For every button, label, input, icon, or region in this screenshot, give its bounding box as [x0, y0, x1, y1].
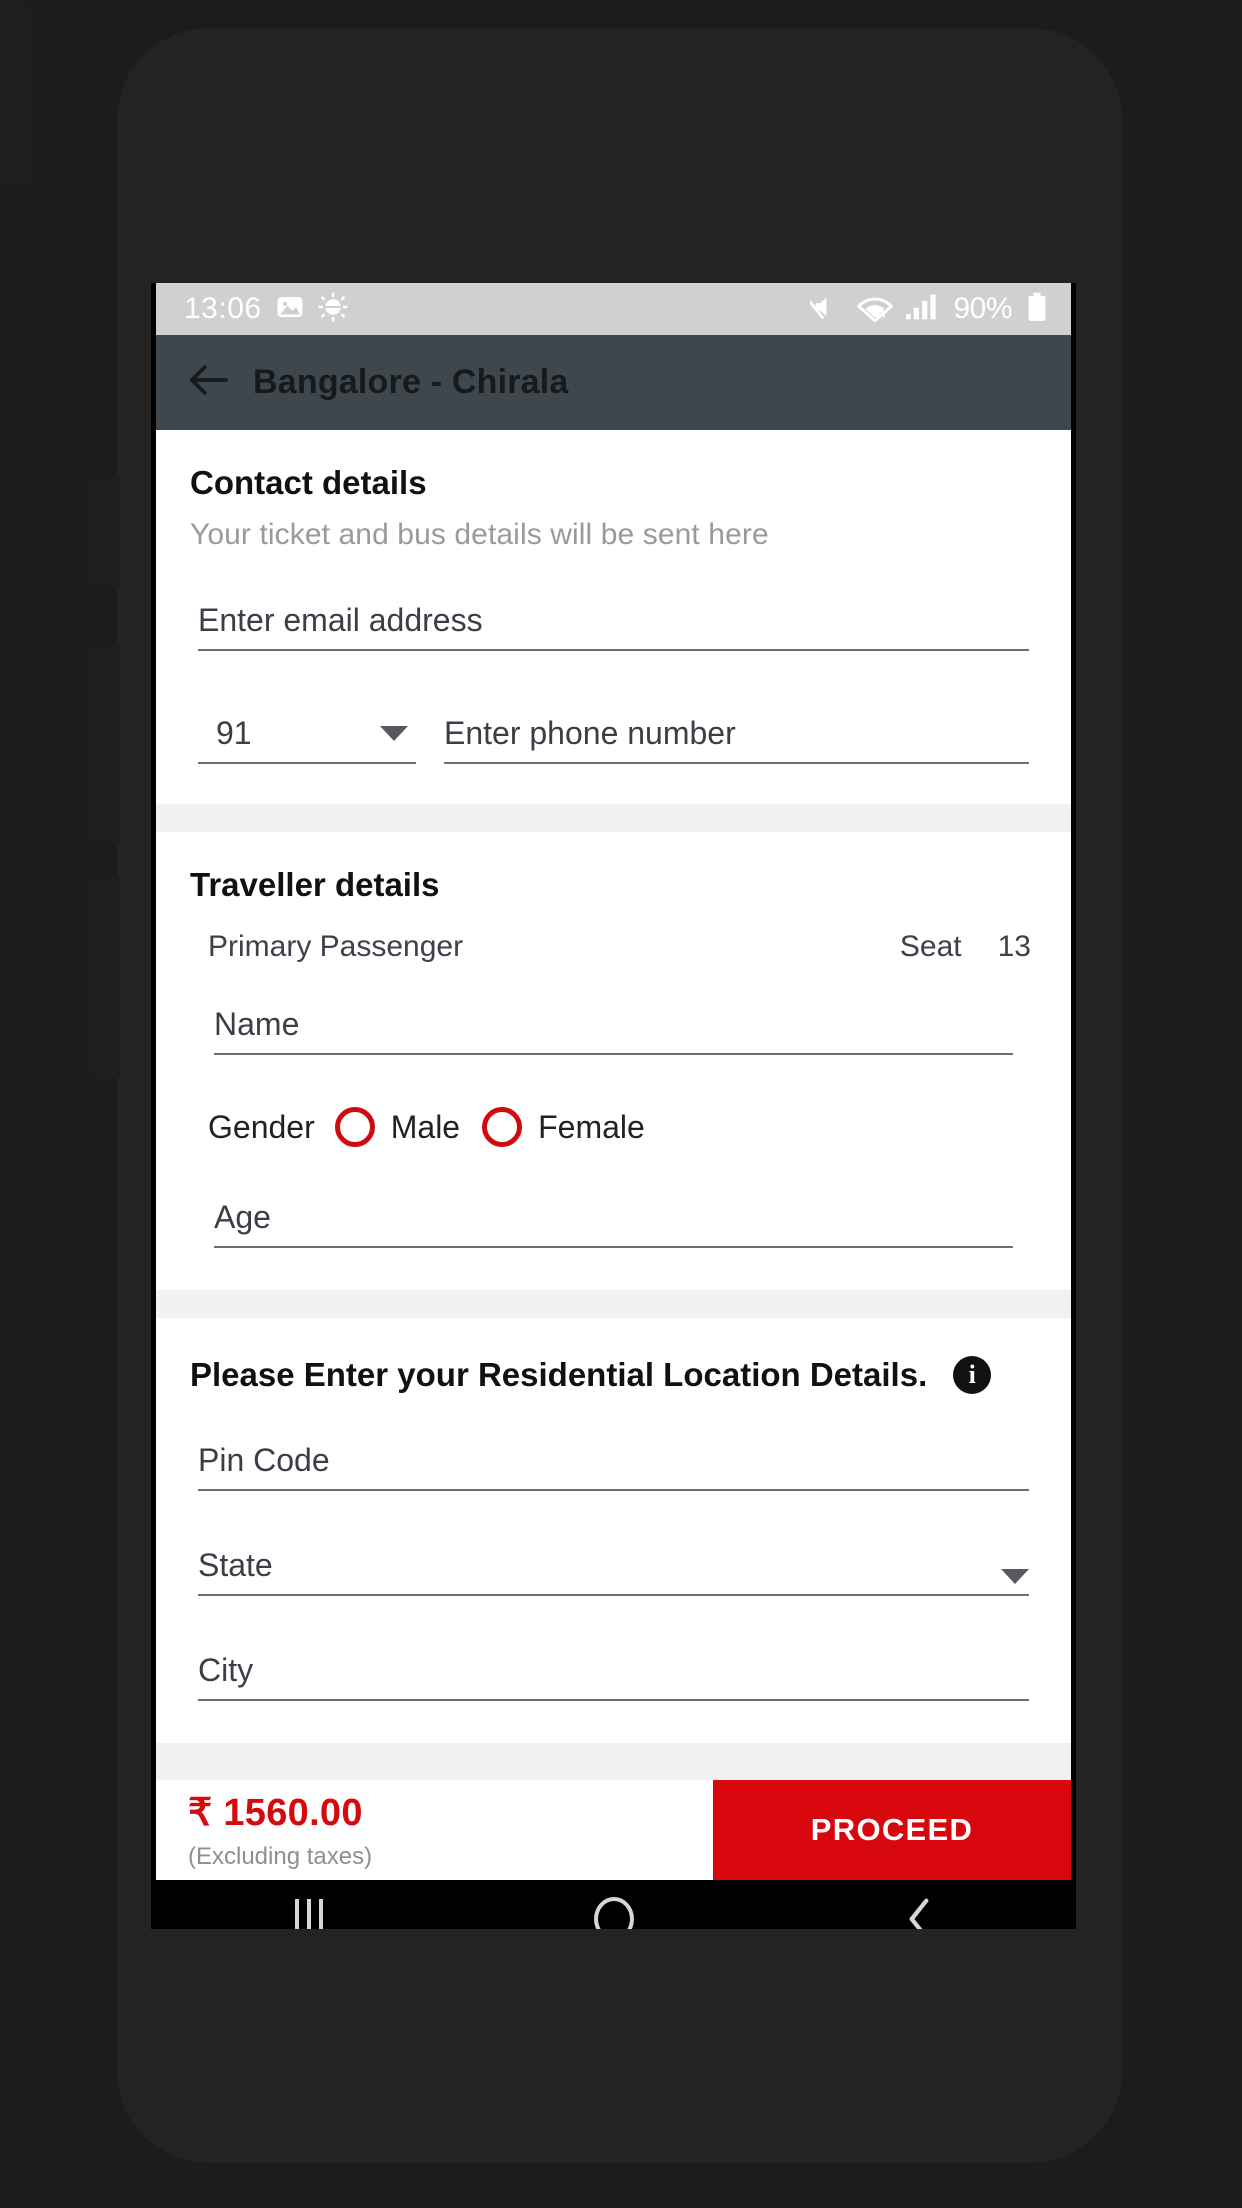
android-nav-bar [156, 1880, 1071, 1929]
total-price: ₹ 1560.00 [188, 1792, 363, 1834]
image-icon [275, 292, 305, 327]
name-placeholder: Name [214, 1006, 300, 1042]
proceed-button[interactable]: PROCEED [713, 1780, 1071, 1880]
country-code-value: 91 [216, 715, 252, 751]
gender-option-female-label: Female [538, 1108, 645, 1145]
seat-number: 13 [997, 930, 1031, 963]
chevron-down-icon [1001, 1569, 1029, 1584]
nav-home-button[interactable] [514, 1880, 714, 1929]
wifi-icon [857, 292, 894, 327]
back-arrow-icon[interactable] [189, 363, 229, 402]
gender-label: Gender [208, 1108, 315, 1145]
seat-info: Seat 13 [900, 930, 1031, 964]
info-icon[interactable]: i [953, 1356, 992, 1394]
section-divider [156, 1290, 1071, 1318]
home-icon [593, 1897, 634, 1929]
traveller-details-title: Traveller details [190, 866, 440, 903]
status-time: 13:06 [184, 292, 262, 325]
passenger-label: Primary Passenger [208, 930, 464, 963]
passenger-name-field[interactable]: Name [214, 1006, 1013, 1055]
bixby-button[interactable] [88, 475, 120, 587]
pin-code-field[interactable]: Pin Code [198, 1442, 1029, 1491]
recents-icon [294, 1899, 323, 1929]
price-block: ₹ 1560.00 (Excluding taxes) [156, 1780, 713, 1880]
nav-back-button[interactable] [819, 1880, 1019, 1929]
phone-number-field[interactable]: Enter phone number [444, 715, 1029, 764]
battery-icon [1025, 292, 1049, 327]
chevron-down-icon [380, 726, 408, 741]
email-field[interactable]: Enter email address [198, 602, 1029, 651]
age-placeholder: Age [214, 1199, 271, 1235]
residential-title: Please Enter your Residential Location D… [190, 1356, 928, 1393]
power-button[interactable] [0, 0, 30, 185]
gender-radio-male[interactable] [334, 1107, 375, 1147]
phone-screen: 13:06 90% Bangalore - Chirala Contact de… [151, 283, 1076, 1929]
gender-radio-female[interactable] [482, 1107, 523, 1147]
phone-row: 91 Enter phone number [198, 715, 1029, 770]
volume-down-button[interactable] [88, 878, 120, 1078]
contact-details-subtitle: Your ticket and bus details will be sent… [190, 518, 769, 551]
residential-details-card: Please Enter your Residential Location D… [156, 1318, 1071, 1743]
passenger-row: Primary Passenger Seat 13 [190, 904, 1037, 964]
pin-code-placeholder: Pin Code [198, 1442, 330, 1478]
traveller-details-card: Traveller details Primary Passenger Seat… [156, 832, 1071, 1290]
signal-icon [906, 292, 940, 327]
contact-details-card: Contact details Your ticket and bus deta… [156, 430, 1071, 804]
city-placeholder: City [198, 1652, 254, 1688]
section-divider [156, 804, 1071, 832]
page-title: Bangalore - Chirala [253, 363, 569, 401]
debug-gear-icon [318, 292, 348, 327]
section-divider [156, 1743, 1071, 1771]
volume-up-button[interactable] [88, 645, 120, 845]
state-placeholder: State [198, 1547, 273, 1583]
state-field[interactable]: State [198, 1547, 1029, 1596]
city-field[interactable]: City [198, 1652, 1029, 1701]
phone-placeholder: Enter phone number [444, 715, 736, 751]
seat-label: Seat [899, 930, 962, 963]
status-bar: 13:06 90% [156, 283, 1071, 335]
scroll-content[interactable]: Contact details Your ticket and bus deta… [156, 430, 1071, 1780]
gender-option-male-label: Male [390, 1108, 461, 1145]
price-note: (Excluding taxes) [188, 1843, 373, 1870]
gender-row: Gender Male Female [190, 1055, 1037, 1147]
residential-title-row: Please Enter your Residential Location D… [190, 1318, 1037, 1394]
app-bar: Bangalore - Chirala [156, 335, 1071, 430]
nav-back-icon [902, 1897, 936, 1929]
country-code-select[interactable]: 91 [198, 715, 416, 764]
email-placeholder: Enter email address [198, 602, 483, 638]
phone-mockup-stage: 13:06 90% Bangalore - Chirala Contact de… [0, 0, 1242, 2208]
nav-recents-button[interactable] [209, 1880, 409, 1929]
passenger-age-field[interactable]: Age [214, 1199, 1013, 1248]
mute-icon [807, 292, 844, 327]
battery-percent-label: 90% [953, 292, 1012, 325]
contact-details-title: Contact details [190, 464, 427, 501]
bottom-bar: ₹ 1560.00 (Excluding taxes) PROCEED [156, 1780, 1071, 1880]
